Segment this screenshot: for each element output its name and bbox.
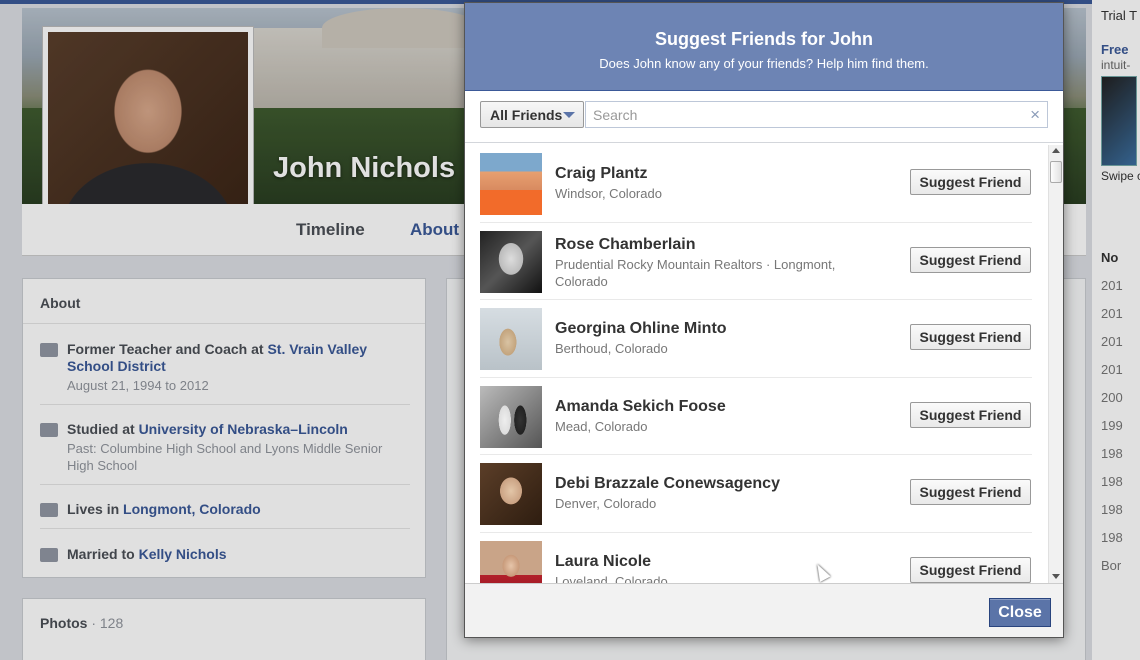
friend-name[interactable]: Craig Plantz bbox=[555, 165, 647, 183]
friend-location: Windsor, Colorado bbox=[555, 186, 662, 201]
suggest-friend-button[interactable]: Suggest Friend bbox=[910, 556, 1031, 583]
dialog-title: Suggest Friends for John bbox=[654, 29, 873, 49]
filter-label: All Friends bbox=[490, 106, 563, 123]
friend-avatar[interactable] bbox=[480, 230, 542, 293]
friend-name[interactable]: Debi Brazzale Conewsagency bbox=[555, 475, 780, 493]
list-item: Debi Brazzale Conewsagency Denver, Color… bbox=[480, 455, 1032, 533]
suggest-friend-button[interactable]: Suggest Friend bbox=[910, 401, 1031, 428]
friend-location: Mead, Colorado bbox=[555, 418, 648, 434]
dialog-header: Suggest Friends for John Does John know … bbox=[465, 3, 1063, 91]
friend-name[interactable]: Rose Chamberlain bbox=[555, 236, 695, 254]
scroll-down-icon[interactable] bbox=[1052, 574, 1060, 579]
suggest-friend-button[interactable]: Suggest Friend bbox=[910, 169, 1031, 195]
search-input[interactable] bbox=[586, 102, 1016, 127]
friend-avatar[interactable] bbox=[480, 540, 542, 583]
friends-filter-dropdown[interactable]: All Friends bbox=[480, 101, 584, 128]
scroll-up-icon[interactable] bbox=[1052, 148, 1060, 153]
friend-avatar[interactable] bbox=[480, 385, 542, 448]
friend-location: Denver, Colorado bbox=[555, 496, 657, 511]
list-item: Laura Nicole Loveland, Colorado Suggest … bbox=[480, 533, 1032, 583]
friend-name[interactable]: Amanda Sekich Foose bbox=[555, 398, 726, 416]
friend-avatar[interactable] bbox=[480, 308, 542, 370]
friend-list-viewport[interactable]: Craig Plantz Windsor, Colorado Suggest F… bbox=[465, 145, 1063, 583]
friend-avatar[interactable] bbox=[480, 463, 542, 525]
suggest-friend-button[interactable]: Suggest Friend bbox=[910, 324, 1031, 350]
chevron-down-icon bbox=[563, 112, 575, 118]
list-item: Rose Chamberlain Prudential Rocky Mounta… bbox=[480, 223, 1032, 300]
friend-name[interactable]: Laura Nicole bbox=[555, 553, 651, 571]
filter-bar: All Friends × bbox=[465, 91, 1063, 143]
friend-location: Prudential Rocky Mountain Realtors · Lon… bbox=[555, 256, 836, 289]
scroll-thumb[interactable] bbox=[1050, 161, 1062, 183]
list-item: Craig Plantz Windsor, Colorado Suggest F… bbox=[480, 145, 1032, 223]
list-scrollbar[interactable] bbox=[1048, 145, 1063, 583]
suggest-friend-button[interactable]: Suggest Friend bbox=[910, 479, 1031, 505]
friend-location: Berthoud, Colorado bbox=[555, 341, 668, 356]
dialog-footer: Close bbox=[465, 583, 1063, 637]
suggest-friends-dialog: Suggest Friends for John Does John know … bbox=[464, 2, 1064, 638]
list-item: Amanda Sekich Foose Mead, Colorado Sugge… bbox=[480, 378, 1032, 455]
suggest-friend-button[interactable]: Suggest Friend bbox=[910, 246, 1031, 273]
friend-list: Craig Plantz Windsor, Colorado Suggest F… bbox=[480, 145, 1032, 583]
friend-avatar[interactable] bbox=[480, 153, 542, 215]
close-icon[interactable]: × bbox=[1030, 106, 1040, 123]
friend-name[interactable]: Georgina Ohline Minto bbox=[555, 320, 727, 338]
search-box: × bbox=[585, 101, 1048, 128]
dialog-subtitle: Does John know any of your friends? Help… bbox=[599, 56, 929, 71]
list-item: Georgina Ohline Minto Berthoud, Colorado… bbox=[480, 300, 1032, 378]
close-button[interactable]: Close bbox=[989, 598, 1051, 627]
